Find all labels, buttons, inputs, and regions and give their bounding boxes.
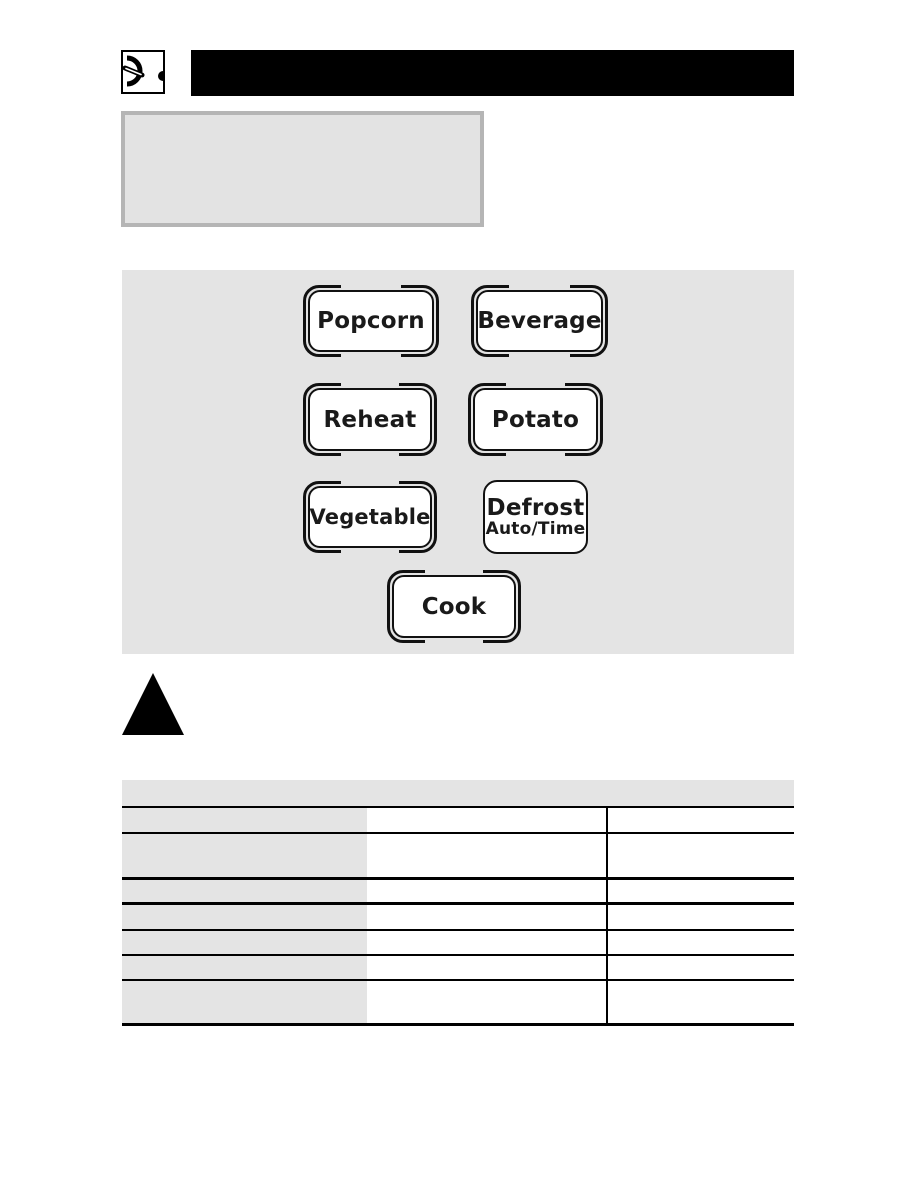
table-cell (122, 880, 367, 902)
table-cell (606, 834, 794, 877)
table-cell (367, 981, 606, 1023)
warning-triangle-icon (122, 673, 184, 735)
cook-label: Cook (421, 593, 487, 620)
control-panel: Popcorn Beverage Reheat Potato Vegetable… (122, 270, 794, 654)
table-cell (122, 981, 367, 1023)
dial-knob-icon (121, 50, 165, 94)
vegetable-label: Vegetable (309, 505, 431, 529)
table-cell (122, 956, 367, 979)
table-cell (122, 808, 367, 832)
reheat-label: Reheat (323, 406, 417, 433)
table-row (122, 931, 794, 956)
table-cell (367, 880, 606, 902)
table-row (122, 808, 794, 834)
section-header-bar (191, 50, 794, 96)
table-cell (122, 834, 367, 877)
table-row (122, 880, 794, 905)
table-row (122, 956, 794, 981)
table-header (122, 780, 794, 808)
table-cell (367, 956, 606, 979)
table-cell (122, 905, 367, 929)
defrost-sublabel: Auto/Time (485, 518, 586, 539)
table-cell (606, 931, 794, 954)
table-cell (606, 956, 794, 979)
table-cell (367, 834, 606, 877)
vegetable-button[interactable]: Vegetable (303, 480, 437, 554)
note-box (121, 111, 484, 227)
table-cell (606, 905, 794, 929)
reheat-button[interactable]: Reheat (303, 382, 437, 457)
cook-button[interactable]: Cook (387, 569, 521, 644)
table-cell (367, 931, 606, 954)
table-cell (606, 880, 794, 902)
table-row (122, 834, 794, 880)
popcorn-button[interactable]: Popcorn (303, 284, 439, 358)
table-cell (367, 905, 606, 929)
potato-button[interactable]: Potato (468, 382, 603, 457)
table-cell (122, 931, 367, 954)
beverage-button[interactable]: Beverage (471, 284, 608, 358)
table-cell (606, 981, 794, 1023)
potato-label: Potato (491, 406, 580, 433)
defrost-label: Defrost (486, 494, 585, 521)
table-row (122, 905, 794, 931)
table-cell (367, 808, 606, 832)
info-table (122, 780, 794, 1026)
table-cell (606, 808, 794, 832)
defrost-button[interactable]: Defrost Auto/Time (483, 480, 588, 554)
beverage-label: Beverage (477, 308, 602, 334)
table-row (122, 981, 794, 1026)
popcorn-label: Popcorn (317, 308, 425, 334)
